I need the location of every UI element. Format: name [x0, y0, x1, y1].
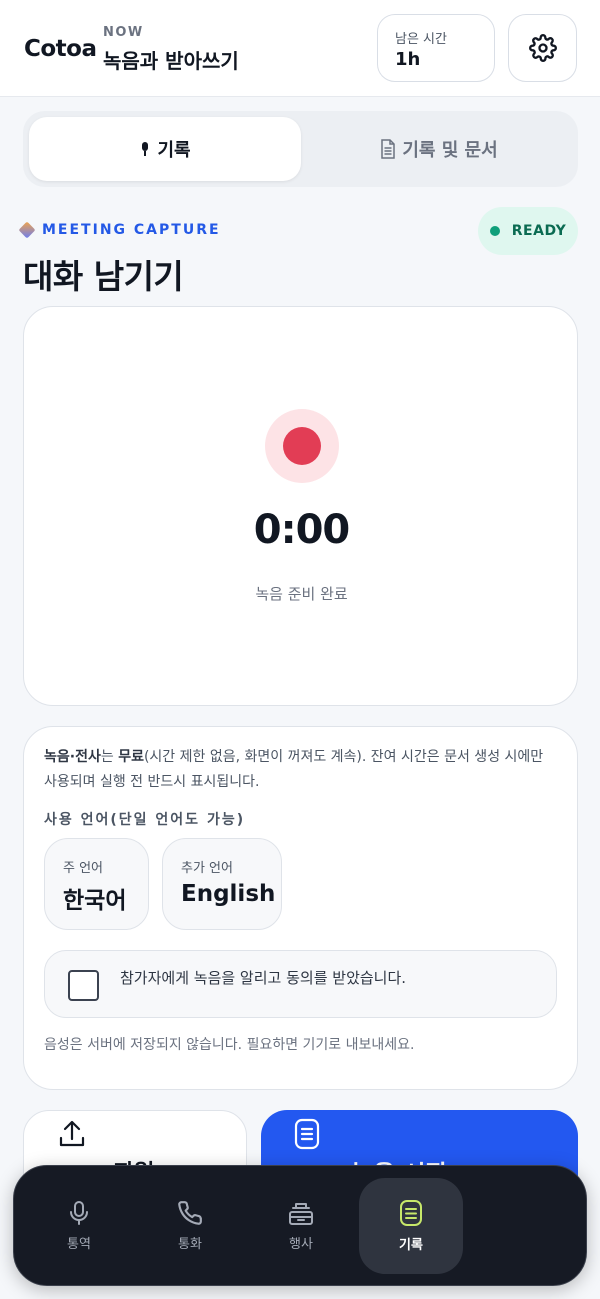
nav-item-event-label: 행사 — [289, 1237, 313, 1252]
bottom-nav: 통역 통화 행사 기록 — [13, 1165, 587, 1286]
notice-bold-free: 무료 — [118, 749, 144, 765]
gear-icon — [528, 34, 557, 62]
primary-language-label: 주 언어 — [63, 861, 104, 876]
nav-item-call[interactable]: 통화 — [138, 1178, 242, 1274]
diamond-icon — [18, 221, 36, 239]
podium-icon — [289, 1203, 313, 1225]
recorder-card: 0:00 녹음 준비 완료 — [23, 306, 578, 706]
recording-timer: 0:00 — [253, 507, 351, 553]
app-header: Cotoa NOW 녹음과 받아쓰기 남은 시간 1h — [0, 0, 600, 97]
page-title: 대화 남기기 — [23, 257, 184, 296]
recording-settings-card: 녹음·전사는 무료(시간 제한 없음, 화면이 꺼져도 계속). 잔여 시간은 … — [23, 726, 578, 1090]
nav-item-record[interactable]: 기록 — [359, 1178, 463, 1274]
notes-icon — [294, 1118, 320, 1150]
privacy-note: 음성은 서버에 저장되지 않습니다. 필요하면 기기로 내보내세요. — [44, 1037, 415, 1053]
section-eyebrow-text: MEETING CAPTURE — [42, 222, 221, 238]
section-eyebrow: MEETING CAPTURE — [18, 221, 221, 239]
remaining-time-box[interactable]: 남은 시간 1h — [377, 14, 495, 82]
secondary-language-selector[interactable]: 추가 언어 English — [162, 838, 282, 930]
consent-row[interactable]: 참가자에게 녹음을 알리고 동의를 받았습니다. — [44, 950, 557, 1018]
phone-icon — [178, 1201, 202, 1225]
remaining-time-label: 남은 시간 — [395, 32, 447, 47]
notice-mid: 는 — [100, 749, 119, 765]
consent-text: 참가자에게 녹음을 알리고 동의를 받았습니다. — [120, 969, 407, 987]
tab-record-label: 기록 — [157, 140, 191, 161]
status-dot-icon — [489, 226, 500, 236]
consent-checkbox[interactable] — [68, 970, 99, 1001]
microphone-icon — [70, 1201, 88, 1225]
tab-record-and-docs-label: 기록 및 문서 — [402, 140, 498, 161]
record-dot-icon — [283, 427, 321, 465]
microphone-icon — [142, 142, 149, 156]
secondary-language-label: 추가 언어 — [181, 861, 233, 876]
nav-item-call-label: 통화 — [178, 1237, 202, 1252]
nav-item-event[interactable]: 행사 — [249, 1178, 353, 1274]
nav-item-record-label: 기록 — [399, 1238, 423, 1253]
tab-record-and-docs[interactable]: 기록 및 문서 — [306, 117, 572, 181]
nav-item-interpret[interactable]: 통역 — [27, 1178, 131, 1274]
upload-icon — [59, 1120, 85, 1147]
secondary-language-value: English — [181, 881, 276, 907]
notes-icon — [400, 1200, 422, 1226]
recording-status: 녹음 준비 완료 — [255, 585, 348, 603]
language-section-label: 사용 언어(단일 언어도 가능) — [44, 812, 246, 828]
remaining-time-value: 1h — [395, 49, 421, 70]
primary-language-value: 한국어 — [63, 888, 127, 914]
app-logo: Cotoa — [24, 36, 97, 62]
tab-record[interactable]: 기록 — [29, 117, 301, 181]
record-button[interactable] — [265, 409, 339, 483]
notice-bold-recording: 녹음·전사 — [44, 749, 101, 765]
mode-tabs: 기록 기록 및 문서 — [23, 111, 578, 187]
primary-language-selector[interactable]: 주 언어 한국어 — [44, 838, 149, 930]
document-icon — [381, 139, 396, 159]
nav-item-interpret-label: 통역 — [67, 1237, 91, 1252]
status-badge-text: READY — [511, 223, 567, 239]
settings-button[interactable] — [508, 14, 577, 82]
now-title: 녹음과 받아쓰기 — [103, 49, 239, 73]
now-label: NOW — [103, 25, 144, 40]
free-usage-notice: 녹음·전사는 무료(시간 제한 없음, 화면이 꺼져도 계속). 잔여 시간은 … — [44, 745, 559, 795]
status-badge: READY — [478, 207, 578, 255]
